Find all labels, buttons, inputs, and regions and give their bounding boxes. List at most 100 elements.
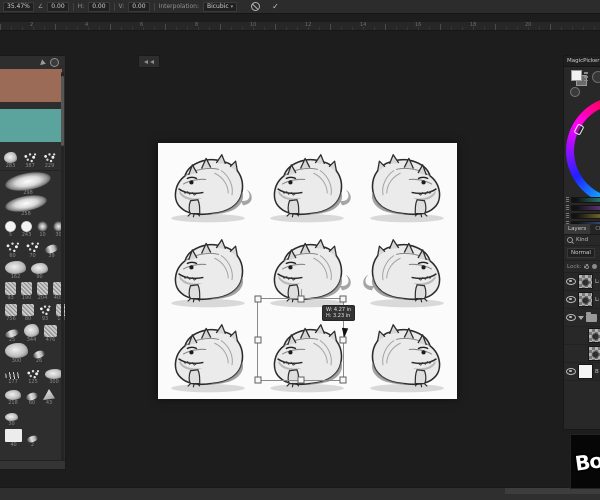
brush-panel-scrollbar[interactable] — [61, 72, 64, 464]
layer-thumbnail[interactable] — [588, 346, 600, 361]
color-swatch-brown[interactable] — [0, 69, 62, 102]
scrollbar-thumb[interactable] — [61, 76, 64, 146]
brush-preset[interactable]: 125 — [26, 369, 40, 385]
horizontal-ruler[interactable]: 2 4 6 8 10 12 14 16 18 20 — [0, 22, 600, 31]
picker-mode-icon[interactable] — [570, 87, 580, 97]
brush-preset[interactable]: 218 — [5, 390, 21, 406]
color-wheel[interactable] — [566, 96, 600, 206]
transform-handle[interactable] — [254, 336, 262, 343]
layer-row[interactable]: Layer 2 — [564, 273, 600, 291]
brush-preset[interactable]: 190 — [21, 282, 32, 301]
transform-handle[interactable] — [339, 295, 347, 303]
brush-preset[interactable]: 43 — [43, 389, 55, 406]
filter-kind-dropdown[interactable]: Kind — [576, 237, 588, 243]
document-canvas[interactable]: W: 4.27 in H: 3.23 in — [158, 143, 457, 399]
visibility-eye-icon[interactable] — [566, 368, 576, 375]
brush-preset[interactable]: 300 — [5, 343, 28, 364]
brush-thumbnail — [5, 413, 18, 421]
free-transform-box[interactable]: W: 4.27 in H: 3.23 in — [254, 289, 356, 384]
drag-handle-icon[interactable] — [566, 213, 569, 218]
lock-transparency-icon[interactable] — [584, 264, 590, 269]
interpolation-dropdown[interactable]: Bicubic ▾ — [202, 1, 238, 12]
layer-thumbnail[interactable] — [588, 328, 600, 343]
transform-handle[interactable] — [254, 376, 262, 384]
brush-preset[interactable]: 60 — [25, 391, 39, 406]
v-skew-field[interactable]: 0.00 — [128, 1, 150, 12]
swap-colors-icon[interactable] — [584, 72, 588, 81]
layer-row[interactable]: Background — [564, 363, 600, 381]
brush-preset[interactable]: 10 — [37, 221, 48, 238]
brush-preset[interactable]: 298 — [3, 169, 53, 196]
layer-name[interactable]: Background — [595, 369, 599, 375]
brush-preset[interactable]: 90 — [31, 263, 48, 280]
gradient-swatch-row[interactable] — [566, 196, 600, 203]
h-skew-field[interactable]: 0.00 — [88, 1, 110, 12]
angle-value-field[interactable]: 0.00 — [47, 1, 69, 12]
scale-value-field[interactable]: 35.47% — [3, 1, 34, 12]
cancel-transform-button[interactable] — [251, 2, 261, 11]
transform-handle[interactable] — [339, 376, 347, 384]
layer-row[interactable]: Group 1 — [564, 309, 600, 327]
layer-name[interactable]: Layer 2 — [595, 279, 599, 285]
brush-preset[interactable]: 387 — [23, 152, 37, 169]
visibility-eye-icon[interactable] — [566, 296, 576, 303]
brush-preset[interactable]: 93 — [5, 282, 16, 301]
brush-preset[interactable]: 80 — [22, 304, 34, 322]
panel-menu-icon[interactable] — [50, 58, 59, 67]
brush-preset[interactable]: 40 — [5, 429, 22, 448]
wheel-mode-icon[interactable] — [592, 71, 600, 83]
brush-preset[interactable]: 283 — [4, 152, 17, 169]
group-expand-icon[interactable] — [578, 315, 584, 320]
brush-preset[interactable]: 5 — [5, 221, 16, 238]
tab-channels[interactable]: Channels — [591, 224, 600, 234]
brush-preset[interactable]: 344 — [24, 324, 39, 343]
dock-collapse-toggle[interactable] — [138, 55, 160, 68]
brush-preset[interactable]: 93 — [39, 304, 51, 322]
brush-preset[interactable]: 70 — [25, 241, 40, 259]
brush-preset[interactable]: 30 — [5, 413, 18, 427]
drag-handle-icon[interactable] — [566, 197, 569, 202]
layer-name[interactable]: Layer 1 — [595, 297, 599, 303]
brush-row: 25 344 476 — [3, 322, 63, 343]
layer-row[interactable]: Layer 3 — [564, 345, 600, 363]
brush-preset[interactable]: 204 — [37, 282, 48, 301]
magicpicker-panel-title[interactable]: MagicPicker — [564, 56, 600, 67]
foreground-color-chip[interactable] — [571, 70, 582, 81]
tab-layers[interactable]: Layers — [564, 224, 591, 234]
brush-preset[interactable]: 162 — [5, 261, 26, 280]
lock-paint-icon[interactable] — [592, 264, 598, 269]
brush-preset[interactable]: 243 — [21, 221, 32, 238]
brush-preset[interactable]: 2 — [26, 434, 39, 448]
brush-preset[interactable]: 60 — [5, 241, 20, 259]
visibility-eye-icon[interactable] — [566, 278, 576, 285]
drag-handle-icon[interactable] — [566, 205, 569, 210]
brush-preset[interactable]: 258 — [4, 192, 48, 217]
gradient-bar[interactable] — [571, 204, 600, 211]
layer-row[interactable]: Layer 1 — [564, 291, 600, 309]
pointer-icon[interactable] — [40, 58, 47, 67]
layer-thumbnail[interactable] — [578, 364, 593, 379]
visibility-eye-icon[interactable] — [566, 314, 576, 321]
transform-handle[interactable] — [254, 295, 262, 303]
transform-handle[interactable] — [339, 336, 347, 343]
blend-mode-dropdown[interactable]: Normal — [567, 248, 595, 258]
color-swatch-teal[interactable] — [0, 109, 62, 142]
brush-preset[interactable]: 39 — [44, 243, 59, 259]
transform-handle[interactable] — [297, 295, 304, 303]
brush-preset[interactable]: 25 — [4, 328, 20, 343]
brush-preset[interactable]: 177 — [5, 372, 21, 385]
layer-row[interactable]: Layer 4 — [564, 327, 600, 345]
brush-preset[interactable]: 26 — [32, 349, 46, 364]
brush-row: 258 — [3, 192, 63, 217]
gradient-bar[interactable] — [571, 196, 600, 203]
gradient-bar[interactable] — [571, 212, 600, 219]
layer-thumbnail[interactable] — [578, 292, 593, 307]
brush-preset[interactable]: 476 — [44, 325, 57, 343]
gradient-swatch-row[interactable] — [566, 212, 600, 219]
transform-handle[interactable] — [297, 376, 304, 384]
layer-thumbnail[interactable] — [578, 274, 593, 289]
brush-preset[interactable]: 229 — [43, 152, 56, 169]
gradient-swatch-row[interactable] — [566, 204, 600, 211]
brush-preset[interactable]: 756 — [5, 304, 17, 322]
commit-transform-button[interactable]: ✓ — [272, 2, 279, 11]
